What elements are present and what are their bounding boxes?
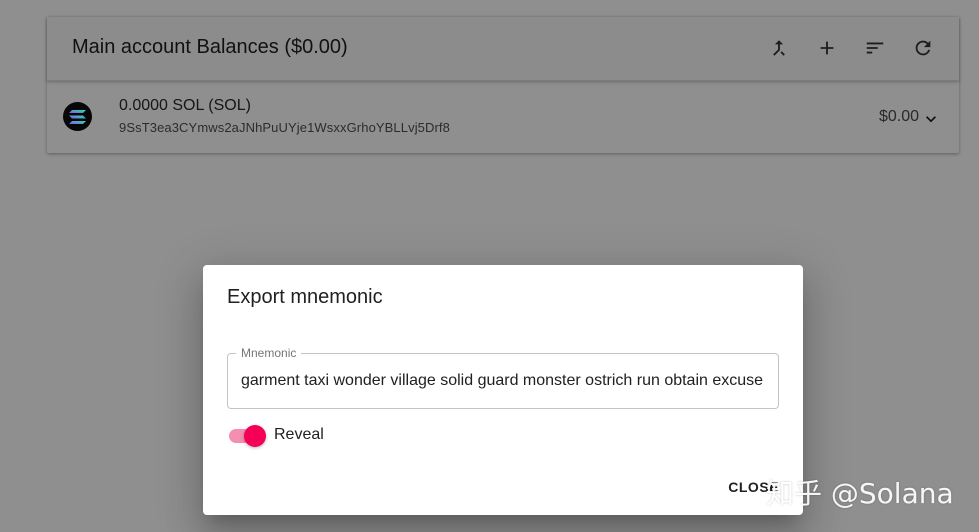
dialog-title: Export mnemonic bbox=[227, 286, 383, 308]
balances-title: Main account Balances ($0.00) bbox=[72, 36, 348, 58]
token-balance: 0.0000 SOL (SOL) bbox=[119, 97, 251, 114]
reveal-toggle[interactable] bbox=[227, 425, 267, 447]
mnemonic-input[interactable]: garment taxi wonder village solid guard … bbox=[241, 372, 771, 390]
token-address: 9SsT3ea3CYmws2aJNhPuUYje1WsxxGrhoYBLLvj5… bbox=[119, 120, 450, 135]
mnemonic-label: Mnemonic bbox=[236, 346, 302, 360]
reveal-label: Reveal bbox=[274, 426, 324, 443]
add-icon[interactable] bbox=[815, 36, 839, 60]
balances-header: Main account Balances ($0.00) bbox=[47, 17, 959, 81]
watermark-text: 知乎 @Solana bbox=[766, 477, 954, 510]
export-mnemonic-dialog: Export mnemonic Mnemonic garment taxi wo… bbox=[203, 265, 803, 515]
refresh-icon[interactable] bbox=[911, 36, 935, 60]
sort-icon[interactable] bbox=[863, 36, 887, 60]
balances-card: Main account Balances ($0.00) 0.0000 SOL… bbox=[47, 17, 959, 153]
reveal-toggle-thumb bbox=[244, 425, 266, 447]
token-value: $0.00 bbox=[878, 108, 919, 125]
solana-logo-icon bbox=[63, 102, 92, 131]
balance-list-item[interactable]: 0.0000 SOL (SOL) 9SsT3ea3CYmws2aJNhPuUYj… bbox=[47, 82, 959, 153]
chevron-down-icon[interactable] bbox=[921, 109, 941, 129]
merge-icon[interactable] bbox=[767, 36, 791, 60]
mnemonic-field[interactable]: Mnemonic garment taxi wonder village sol… bbox=[227, 346, 779, 409]
